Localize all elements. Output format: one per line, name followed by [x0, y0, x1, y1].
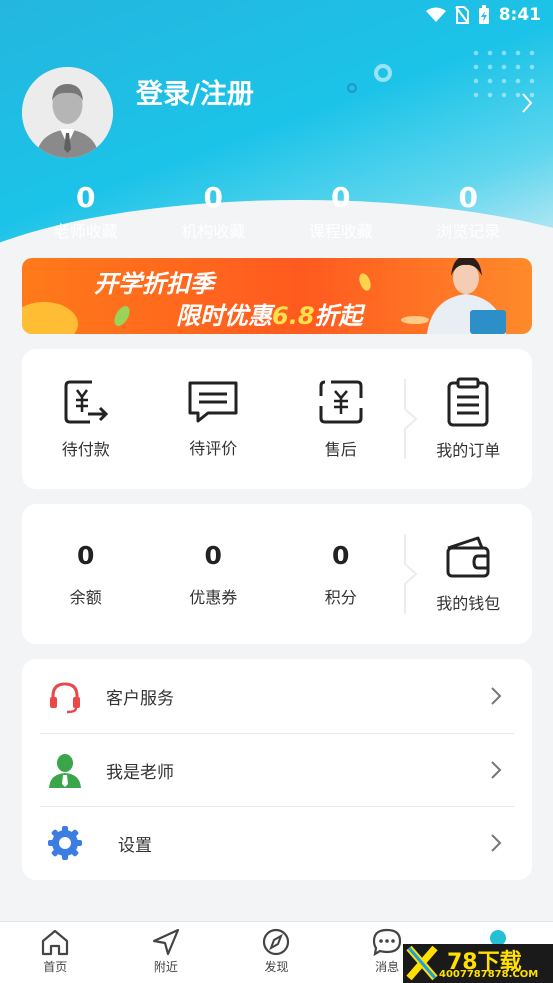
stat-course-favorites[interactable]: 0 课程收藏	[277, 180, 405, 242]
my-wallet-button[interactable]: 我的钱包	[405, 504, 533, 644]
banner-subtitle-suffix: 折起	[314, 302, 363, 330]
order-item-label: 待评价	[189, 439, 238, 458]
headset-icon	[50, 681, 80, 713]
promo-banner[interactable]: 开学折扣季 限时优惠6.8折起	[22, 258, 532, 334]
nav-label: 首页	[43, 960, 68, 974]
wallet-value: 0	[204, 540, 222, 570]
menu-item-label: 设置	[118, 835, 152, 856]
stat-label: 课程收藏	[308, 222, 373, 241]
nav-label: 发现	[264, 960, 289, 974]
order-item-label: 待付款	[61, 440, 110, 459]
stat-label: 浏览记录	[436, 222, 501, 241]
wallet-card: 0 余额 0 优惠券 0 积分 我的钱包	[22, 504, 532, 644]
wallet-label: 积分	[324, 587, 357, 607]
nav-nearby[interactable]: 附近	[111, 922, 222, 983]
stat-value: 0	[203, 181, 223, 214]
wallet-balance[interactable]: 0 余额	[22, 504, 150, 644]
stat-label: 老师收藏	[53, 222, 118, 241]
avatar[interactable]	[22, 67, 113, 158]
watermark-logo	[406, 945, 438, 981]
banner-title: 开学折扣季	[94, 270, 214, 298]
profile-chevron-icon[interactable]	[521, 92, 533, 114]
chevron-right-icon	[491, 761, 502, 779]
navigation-icon	[152, 928, 179, 956]
compass-icon	[263, 928, 290, 956]
stat-value: 0	[76, 181, 96, 214]
banner-subtitle-prefix: 限时优惠	[176, 302, 272, 330]
decorative-ring	[374, 64, 392, 82]
my-orders-button[interactable]: 我的订单	[405, 349, 533, 489]
nav-home[interactable]: 首页	[0, 922, 111, 983]
stat-institution-favorites[interactable]: 0 机构收藏	[150, 180, 278, 242]
order-pending-payment[interactable]: 待付款	[22, 349, 150, 489]
menu-item-label: 客户服务	[106, 689, 174, 709]
wallet-label: 余额	[69, 587, 102, 607]
chevron-right-icon	[491, 687, 502, 705]
order-pending-review[interactable]: 待评价	[150, 349, 278, 489]
settings-menu-card: 客户服务 我是老师 设置	[22, 659, 532, 880]
wallet-value: 0	[332, 540, 350, 570]
teacher-icon	[49, 754, 81, 788]
nav-label: 附近	[153, 960, 178, 974]
status-bar: 8:41	[0, 0, 553, 30]
clipboard-list-icon	[447, 377, 489, 427]
menu-settings[interactable]: 设置	[40, 806, 514, 879]
wallet-icon	[446, 536, 490, 578]
payment-pending-icon	[64, 380, 108, 424]
stat-browse-history[interactable]: 0 浏览记录	[405, 180, 533, 242]
no-sim-icon	[454, 6, 469, 24]
wifi-icon	[425, 7, 446, 22]
wallet-value: 0	[77, 540, 95, 570]
wallet-label: 优惠券	[189, 587, 238, 607]
stat-teacher-favorites[interactable]: 0 老师收藏	[22, 180, 150, 242]
orders-card: 待付款 待评价 售后 我的订单	[22, 349, 532, 489]
nav-discover[interactable]: 发现	[221, 922, 332, 983]
order-item-label: 售后	[324, 440, 357, 459]
section-divider	[404, 534, 418, 614]
login-register-link[interactable]: 登录/注册	[136, 72, 254, 111]
decorative-ring-small	[347, 83, 357, 93]
battery-charging-icon	[478, 5, 489, 24]
stat-value: 0	[458, 181, 478, 214]
chat-icon	[372, 928, 402, 956]
banner-subtitle: 限时优惠6.8折起	[176, 296, 363, 331]
chevron-right-icon	[491, 834, 502, 852]
default-avatar-icon	[22, 67, 113, 158]
gear-icon	[48, 826, 82, 860]
banner-discount: 6.8	[272, 302, 315, 330]
stat-value: 0	[331, 181, 351, 214]
favorites-stats: 0 老师收藏 0 机构收藏 0 课程收藏 0 浏览记录	[22, 180, 532, 242]
wallet-coupons[interactable]: 0 优惠券	[150, 504, 278, 644]
stat-label: 机构收藏	[181, 222, 246, 241]
after-sales-icon	[319, 380, 363, 424]
home-icon	[42, 929, 69, 956]
site-watermark: 78下载 4007787878.COM	[403, 944, 553, 983]
section-divider	[404, 379, 418, 459]
nav-label: 消息	[375, 960, 400, 974]
my-wallet-label: 我的钱包	[436, 594, 501, 613]
menu-i-am-teacher[interactable]: 我是老师	[40, 733, 514, 806]
menu-customer-service[interactable]: 客户服务	[40, 660, 514, 733]
menu-item-label: 我是老师	[106, 762, 174, 783]
wallet-points[interactable]: 0 积分	[277, 504, 405, 644]
review-pending-icon	[188, 381, 238, 423]
status-time: 8:41	[498, 5, 541, 25]
order-after-sales[interactable]: 售后	[277, 349, 405, 489]
watermark-url: 4007787878.COM	[439, 969, 539, 980]
my-orders-label: 我的订单	[436, 441, 501, 460]
